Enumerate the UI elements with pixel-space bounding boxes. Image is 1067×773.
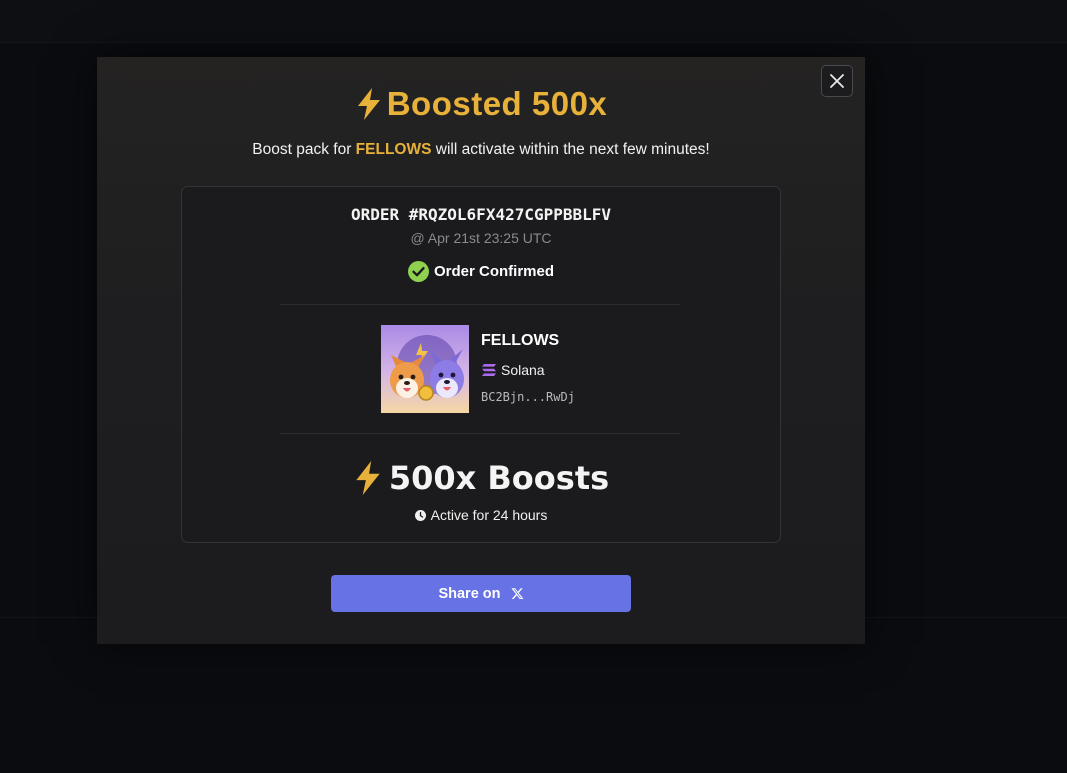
boost-amount-label: 500x Boosts: [388, 459, 610, 497]
modal-subtitle: Boost pack for FELLOWS will activate wit…: [97, 141, 865, 159]
subtitle-prefix: Boost pack for: [252, 141, 356, 158]
token-chain: Solana: [481, 362, 545, 378]
order-card: ORDER #RQZOL6FX427CGPPBBLFV @ Apr 21st 2…: [181, 186, 781, 543]
boost-duration-label: Active for 24 hours: [430, 507, 548, 523]
order-id: ORDER #RQZOL6FX427CGPPBBLFV: [350, 205, 612, 224]
token-chain-label: Solana: [501, 362, 545, 378]
order-status: Order Confirmed: [182, 261, 780, 282]
lightning-icon: [357, 88, 380, 120]
x-logo-icon: [510, 588, 523, 600]
clock-icon: [414, 509, 426, 521]
subtitle-suffix: will activate within the next few minute…: [431, 141, 710, 158]
token-name: FELLOWS: [481, 332, 560, 349]
card-divider-top: [280, 304, 680, 305]
modal-title: Boosted 500x: [97, 85, 865, 123]
card-divider-bottom: [280, 433, 680, 434]
share-button-label: Share on: [438, 585, 501, 602]
solana-icon: [482, 364, 496, 376]
boost-amount: 500x Boosts: [182, 459, 780, 497]
order-status-label: Order Confirmed: [433, 263, 554, 280]
check-circle-icon: [407, 261, 429, 282]
subtitle-token-name: FELLOWS: [355, 141, 432, 158]
boost-confirmation-modal: Boosted 500x Boost pack for FELLOWS will…: [97, 57, 865, 644]
modal-title-text: Boosted 500x: [386, 85, 608, 122]
order-timestamp: @ Apr 21st 23:25 UTC: [410, 230, 552, 246]
share-on-x-button[interactable]: Share on: [331, 575, 631, 612]
background-header: [0, 0, 1067, 43]
boost-duration: Active for 24 hours: [182, 507, 780, 523]
token-address[interactable]: BC2Bjn...RwDj: [481, 390, 575, 404]
fellows-token-avatar: [381, 325, 469, 413]
lightning-icon: [356, 461, 380, 495]
